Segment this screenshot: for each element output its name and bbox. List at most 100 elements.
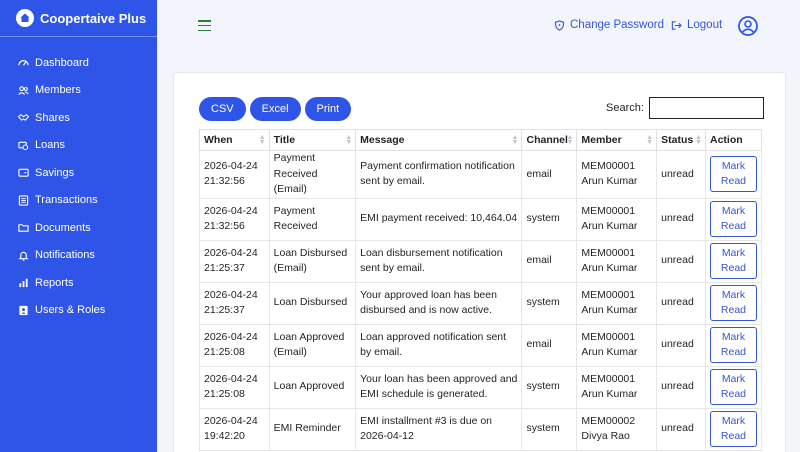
cell-title: Payment Received <box>268 197 357 241</box>
table-row: 2026-04-24 19:42:20 EMI Reminder EMI inst… <box>199 407 763 451</box>
cell-status: unread <box>656 407 706 451</box>
column-label: When <box>204 134 233 146</box>
sort-icon: ▲ ▼ <box>695 134 702 146</box>
wallet-icon <box>18 167 29 178</box>
sidebar-item-loans[interactable]: Loans <box>0 132 157 160</box>
column-header-when[interactable]: When ▲ ▼ <box>199 129 270 151</box>
sidebar-item-transactions[interactable]: Transactions <box>0 187 157 215</box>
sidebar-item-shares[interactable]: Shares <box>0 104 157 132</box>
mark-read-button[interactable]: Mark Read <box>709 369 757 405</box>
notifications-table: When ▲ ▼ Title ▲ ▼ Message ▲ ▼ Channel ▲ ▼ Membe… <box>199 129 763 451</box>
logout-label: Logout <box>687 19 723 31</box>
bell-icon <box>18 250 29 261</box>
mark-read-button[interactable]: Mark Read <box>709 243 757 279</box>
user-avatar-icon[interactable] <box>738 16 758 36</box>
csv-button[interactable]: CSV <box>199 97 246 121</box>
column-header-title[interactable]: Title ▲ ▼ <box>268 129 357 151</box>
cell-status: unread <box>656 197 706 241</box>
list-icon <box>18 195 29 206</box>
column-label: Title <box>273 134 296 146</box>
cell-channel: system <box>521 365 578 409</box>
cell-message: Loan disbursement notification sent by e… <box>355 239 523 283</box>
sidebar-item-documents[interactable]: Documents <box>0 214 157 242</box>
sidebar-item-notifications[interactable]: Notifications <box>0 242 157 270</box>
cell-member: MEM00001 Arun Kumar <box>576 197 658 241</box>
sort-icon: ▲ ▼ <box>345 134 353 146</box>
excel-button[interactable]: Excel <box>249 97 301 121</box>
cell-status: unread <box>656 239 706 283</box>
column-label: Status <box>661 134 694 146</box>
cell-message: EMI installment #3 is due on 2026-04-12 <box>355 407 523 451</box>
cell-title: Loan Disbursed (Email) <box>268 239 357 283</box>
table-row: 2026-04-24 21:25:37 Loan Disbursed (Email… <box>199 239 763 283</box>
change-password-link[interactable]: Change Password <box>554 19 664 31</box>
cell-channel: email <box>521 239 578 283</box>
sidebar-item-users-roles[interactable]: Users & Roles <box>0 297 157 325</box>
cell-title: Loan Approved (Email) <box>268 323 357 367</box>
menu-toggle-button[interactable] <box>198 20 211 32</box>
date-text: 2026-04-24 <box>204 330 258 343</box>
notifications-card: CSV Excel Print Search: When ▲ ▼ Title ▲ ▼ M… <box>173 72 786 452</box>
logout-link[interactable]: Logout <box>671 19 722 31</box>
date-text: 2026-04-24 <box>204 159 258 172</box>
column-header-action: Action <box>704 129 763 151</box>
cell-action: Mark Read <box>704 239 763 283</box>
sidebar-item-label: Shares <box>35 111 70 124</box>
cell-channel: email <box>521 323 578 367</box>
table-row: 2026-04-24 21:25:37 Loan Disbursed Your a… <box>199 281 763 325</box>
cell-action: Mark Read <box>704 281 763 325</box>
mark-read-button[interactable]: Mark Read <box>709 411 757 447</box>
mark-read-button[interactable]: Mark Read <box>709 156 757 193</box>
column-header-member[interactable]: Member ▲ ▼ <box>576 129 658 151</box>
cell-action: Mark Read <box>704 323 763 367</box>
sidebar-item-label: Notifications <box>35 249 95 262</box>
search-input[interactable] <box>648 97 764 119</box>
time-text: 21:25:08 <box>204 346 245 358</box>
table-row: 2026-04-24 21:25:08 Loan Approved (Email)… <box>199 323 763 367</box>
handshake-icon <box>18 112 29 123</box>
cell-member: MEM00001 Arun Kumar <box>576 281 658 325</box>
column-label: Member <box>581 134 622 146</box>
column-header-status[interactable]: Status ▲ ▼ <box>656 129 706 151</box>
table-header-row: When ▲ ▼ Title ▲ ▼ Message ▲ ▼ Channel ▲ ▼ Membe… <box>199 129 763 151</box>
table-row: 2026-04-24 21:32:56 Payment Received EMI … <box>199 197 763 241</box>
cell-member: MEM00002 Divya Rao <box>576 407 658 451</box>
search-label: Search: <box>606 102 644 114</box>
column-header-message[interactable]: Message ▲ ▼ <box>355 129 523 151</box>
search-area: Search: <box>606 97 764 119</box>
mark-read-button[interactable]: Mark Read <box>709 285 757 321</box>
cell-channel: system <box>521 281 578 325</box>
cell-member: MEM00001 Arun Kumar <box>576 239 658 283</box>
time-text: 21:32:56 <box>204 220 245 232</box>
cell-action: Mark Read <box>704 407 763 451</box>
sort-icon: ▲ ▼ <box>511 134 519 146</box>
folder-icon <box>18 222 29 233</box>
mark-read-button[interactable]: Mark Read <box>709 201 757 237</box>
print-button[interactable]: Print <box>304 97 352 121</box>
dashboard-icon <box>18 57 29 68</box>
date-text: 2026-04-24 <box>204 372 258 385</box>
cell-when: 2026-04-24 21:25:37 <box>199 281 270 325</box>
export-buttons: CSV Excel Print <box>199 97 352 121</box>
cell-title: Loan Approved <box>268 365 357 409</box>
cell-channel: system <box>521 197 578 241</box>
cell-message: Loan approved notification sent by email… <box>355 323 523 367</box>
mark-read-button[interactable]: Mark Read <box>709 327 757 363</box>
cell-channel: email <box>521 150 578 199</box>
date-text: 2026-04-24 <box>204 246 258 259</box>
time-text: 21:25:08 <box>204 388 245 400</box>
sidebar-item-savings[interactable]: Savings <box>0 159 157 187</box>
sidebar-item-dashboard[interactable]: Dashboard <box>0 49 157 77</box>
column-label: Action <box>709 134 743 146</box>
sidebar-item-members[interactable]: Members <box>0 77 157 105</box>
cell-when: 2026-04-24 21:32:56 <box>199 197 270 241</box>
cell-message: Your approved loan has been disbursed an… <box>355 281 523 325</box>
users-icon <box>18 85 29 96</box>
sidebar-item-reports[interactable]: Reports <box>0 269 157 297</box>
cell-channel: system <box>521 407 578 451</box>
cell-action: Mark Read <box>704 365 763 409</box>
brand[interactable]: Coopertaive Plus <box>0 0 157 36</box>
time-text: 21:25:37 <box>204 262 245 274</box>
column-header-channel[interactable]: Channel ▲ ▼ <box>521 129 578 151</box>
logout-icon <box>671 20 682 30</box>
